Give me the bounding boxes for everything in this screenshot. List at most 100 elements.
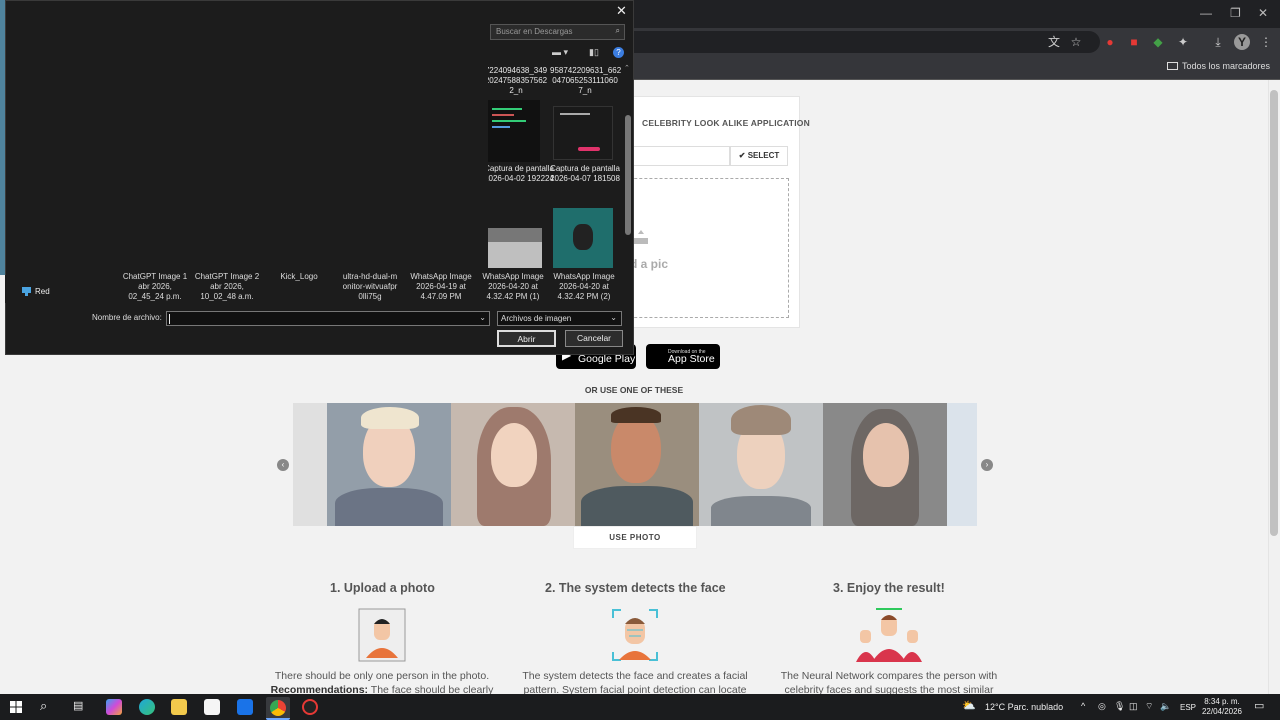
file-item[interactable]: ultra-hd-dual-m onitor-witvuafpr 0lli75g bbox=[335, 272, 405, 302]
translate-icon[interactable]: 文 bbox=[1046, 34, 1062, 50]
hair bbox=[611, 407, 661, 423]
face-detect-icon bbox=[612, 609, 658, 661]
menu-kebab-icon[interactable]: ⋮ bbox=[1258, 34, 1274, 50]
hair bbox=[731, 405, 791, 435]
face bbox=[611, 413, 661, 483]
filename-input[interactable]: ⌄ bbox=[166, 311, 490, 326]
tray-meet-icon[interactable]: ◫ bbox=[1129, 701, 1138, 712]
file-item[interactable]: ChatGPT Image 2 abr 2026, 10_02_48 a.m. bbox=[192, 272, 262, 302]
restore-icon[interactable]: ❐ bbox=[1230, 6, 1241, 20]
upload-dropzone[interactable] bbox=[614, 178, 789, 318]
celebrity-photo-edge-right[interactable] bbox=[947, 403, 977, 526]
file-item[interactable]: 958742209631_662 047065253111060 7_n bbox=[550, 66, 621, 96]
face bbox=[737, 419, 785, 489]
file-thumbnail bbox=[553, 106, 613, 160]
celebrity-photo-3-selected[interactable] bbox=[575, 403, 699, 526]
notification-icon[interactable]: ▭ bbox=[1254, 699, 1264, 712]
filetype-select[interactable]: Archivos de imagen ⌄ bbox=[497, 311, 622, 326]
page-scrollbar-thumb[interactable] bbox=[1270, 90, 1278, 536]
network-icon bbox=[22, 287, 31, 296]
file-item[interactable]: 7224094638_349 20247588357562 2_n bbox=[488, 66, 554, 96]
app-store-button[interactable]: Download on the App Store bbox=[646, 344, 720, 369]
chevron-down-icon: ⌄ bbox=[610, 313, 617, 322]
minimize-icon[interactable]: — bbox=[1200, 6, 1212, 20]
filename-label: Nombre de archivo: bbox=[92, 313, 162, 322]
celebrity-photo-1[interactable] bbox=[327, 403, 451, 526]
bookmark-star-icon[interactable]: ☆ bbox=[1068, 34, 1084, 50]
file-item[interactable]: WhatsApp Image 2026-04-20 at 4.32.42 PM … bbox=[478, 272, 548, 302]
chevron-down-icon[interactable]: ⌄ bbox=[479, 313, 486, 322]
step-2-title: 2. The system detects the face bbox=[545, 581, 726, 595]
dialog-search-placeholder: Buscar en Descargas bbox=[496, 27, 573, 36]
task-view-icon[interactable]: ▤ bbox=[73, 699, 83, 712]
preview-pane-icon[interactable]: ▮▯ bbox=[589, 47, 599, 58]
celebrity-photo-2[interactable] bbox=[451, 403, 575, 526]
open-button[interactable]: Abrir bbox=[497, 330, 556, 347]
select-button[interactable]: ✔ SELECT bbox=[730, 146, 788, 166]
step-1-desc-text: There should be only one person in the p… bbox=[274, 670, 490, 682]
clock[interactable]: 8:34 p. m. 22/04/2026 bbox=[1198, 697, 1246, 717]
carousel-next-icon[interactable]: › bbox=[981, 459, 993, 471]
carousel-prev-icon[interactable]: ‹ bbox=[277, 459, 289, 471]
face bbox=[363, 415, 415, 487]
close-window-icon[interactable]: ✕ bbox=[1258, 6, 1268, 20]
step-1-desc: There should be only one person in the p… bbox=[267, 669, 497, 697]
celebrity-photo-edge-left[interactable] bbox=[293, 403, 327, 526]
extension-green-icon[interactable]: ◆ bbox=[1150, 34, 1166, 50]
weather-icon[interactable]: ⛅ bbox=[962, 699, 976, 712]
profile-avatar-icon[interactable]: Y bbox=[1234, 34, 1250, 50]
file-item[interactable]: WhatsApp Image 2026-04-19 at 4.47.09 PM bbox=[406, 272, 476, 302]
all-bookmarks-button[interactable]: Todos los marcadores bbox=[1166, 61, 1270, 71]
suit bbox=[581, 486, 693, 526]
file-item[interactable]: Captura de pantalla 2026-04-02 192224 bbox=[488, 164, 554, 184]
scroll-up-icon[interactable]: ⌃ bbox=[624, 64, 630, 72]
suit bbox=[335, 488, 443, 526]
search-icon[interactable]: ⌕ bbox=[40, 698, 47, 714]
step-1-title: 1. Upload a photo bbox=[330, 581, 435, 595]
weather-text[interactable]: 12°C Parc. nublado bbox=[985, 702, 1063, 712]
upload-cloud-icon bbox=[634, 230, 648, 244]
tray-chevron-icon[interactable]: ^ bbox=[1081, 701, 1085, 711]
download-icon[interactable]: ⤓ bbox=[1210, 34, 1226, 50]
or-use-heading: OR USE ONE OF THESE bbox=[584, 385, 684, 395]
help-icon[interactable]: ? bbox=[613, 47, 624, 58]
dialog-scrollbar-thumb[interactable] bbox=[625, 115, 631, 235]
file-item[interactable]: WhatsApp Image 2026-04-20 at 4.32.42 PM … bbox=[549, 272, 619, 302]
clock-date: 22/04/2026 bbox=[1201, 707, 1243, 716]
mail-icon[interactable] bbox=[237, 699, 253, 715]
copilot-icon[interactable] bbox=[106, 699, 122, 715]
extensions-puzzle-icon[interactable]: ✦ bbox=[1175, 34, 1191, 50]
file-thumbnail bbox=[553, 208, 613, 268]
dialog-search-input[interactable]: Buscar en Descargas ⌕ bbox=[490, 24, 625, 40]
windows-start-icon[interactable] bbox=[10, 701, 22, 713]
dialog-close-icon[interactable]: ✕ bbox=[616, 3, 627, 19]
cancel-button[interactable]: Cancelar bbox=[565, 330, 623, 347]
hair bbox=[851, 409, 919, 526]
language-indicator[interactable]: ESP bbox=[1180, 703, 1196, 712]
use-photo-button[interactable]: USE PHOTO bbox=[573, 526, 697, 549]
recorder-icon[interactable] bbox=[302, 699, 318, 715]
face bbox=[863, 423, 909, 487]
app-store-label: App Store bbox=[668, 353, 715, 365]
edge-icon[interactable] bbox=[139, 699, 155, 715]
file-item[interactable]: ChatGPT Image 1 abr 2026, 02_45_24 p.m. bbox=[120, 272, 190, 302]
image-url-input[interactable] bbox=[628, 146, 730, 166]
view-options-icon[interactable]: ▬ ▾ bbox=[552, 47, 568, 58]
file-explorer-icon[interactable] bbox=[171, 699, 187, 715]
tray-app-icon[interactable]: ◎ bbox=[1098, 701, 1106, 712]
celebrity-photo-5[interactable] bbox=[823, 403, 947, 526]
file-item[interactable]: Kick_Logo bbox=[264, 272, 334, 282]
extension-red-icon[interactable]: ● bbox=[1102, 34, 1118, 50]
microphone-icon[interactable]: 🎙 bbox=[1114, 701, 1125, 712]
address-bar[interactable] bbox=[620, 31, 1100, 53]
store-icon[interactable] bbox=[204, 699, 220, 715]
file-item[interactable]: Captura de pantalla 2026-04-07 181508 bbox=[550, 164, 620, 184]
wifi-icon[interactable]: ⌔ bbox=[1145, 701, 1153, 712]
volume-icon[interactable]: 🔈 bbox=[1160, 701, 1171, 712]
celebrity-photo-4[interactable] bbox=[699, 403, 823, 526]
face bbox=[491, 423, 537, 487]
all-bookmarks-label: Todos los marcadores bbox=[1181, 61, 1270, 71]
chrome-taskbar-button[interactable] bbox=[266, 697, 290, 720]
extension-video-icon[interactable]: ■ bbox=[1126, 34, 1142, 50]
dialog-file-grid: 7224094638_349 20247588357562 2_n 958742… bbox=[488, 58, 623, 303]
